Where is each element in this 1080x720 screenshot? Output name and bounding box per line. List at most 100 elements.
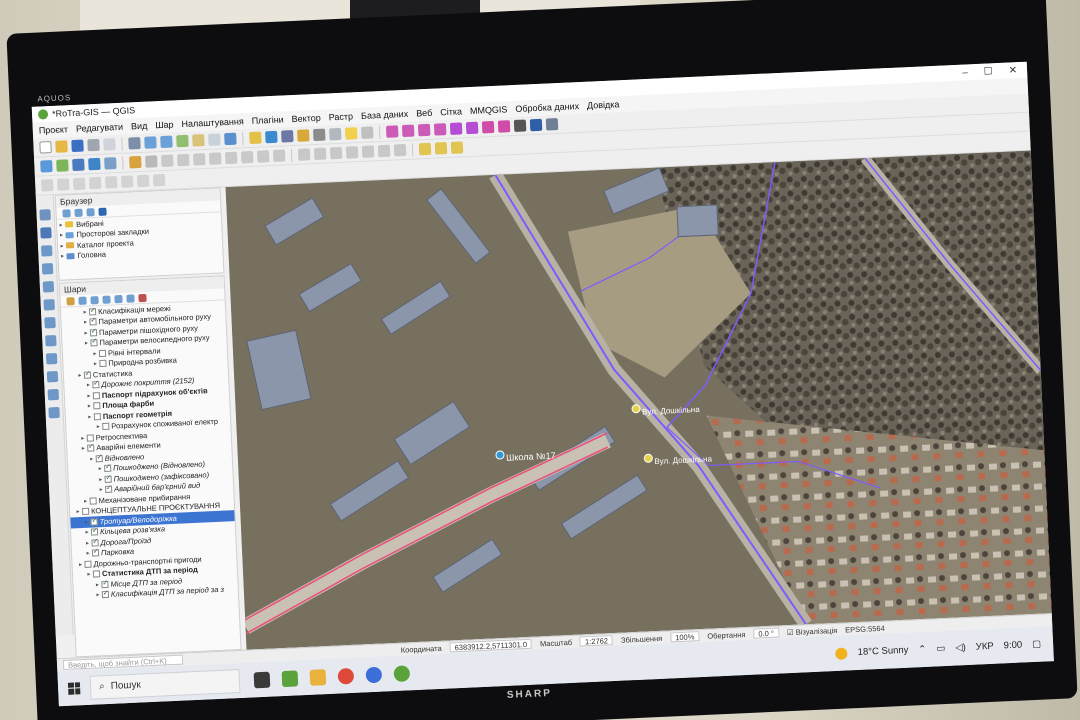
refresh-icon[interactable]: [224, 132, 237, 146]
layer-visibility-checkbox[interactable]: [95, 454, 103, 463]
manage-visibility-icon[interactable]: [90, 295, 99, 304]
print-layout-icon[interactable]: [103, 138, 116, 151]
vertex-tool-icon[interactable]: [161, 154, 174, 168]
undo-icon[interactable]: [256, 150, 270, 163]
field-calculator-icon[interactable]: [297, 129, 310, 142]
plugin-c-icon[interactable]: [417, 123, 431, 137]
attribute-table-icon[interactable]: [281, 130, 294, 143]
layer-visibility-checkbox[interactable]: [89, 318, 97, 326]
scale-field[interactable]: 1:2762: [579, 635, 614, 647]
layer-visibility-checkbox[interactable]: [88, 307, 97, 316]
minimize-button[interactable]: –: [962, 67, 968, 78]
snap-settings-icon[interactable]: [104, 176, 118, 189]
book-icon[interactable]: [529, 118, 543, 132]
paste-icon[interactable]: [240, 150, 254, 164]
toggle-edit-icon[interactable]: [129, 155, 142, 169]
digitize-icon[interactable]: [145, 155, 158, 168]
layer-visibility-checkbox[interactable]: [90, 339, 98, 347]
delete-feature-icon[interactable]: [193, 153, 206, 166]
zoom-out-icon[interactable]: [160, 135, 173, 149]
add-wcs-icon[interactable]: [45, 335, 57, 347]
zoom-icon[interactable]: [365, 666, 383, 683]
label-pin-icon[interactable]: [418, 142, 432, 156]
weather-text[interactable]: 18°C Sunny: [857, 645, 908, 658]
merge-icon[interactable]: [329, 146, 343, 160]
add-vector-icon[interactable]: [40, 160, 53, 173]
add-mssql-icon[interactable]: [42, 281, 55, 293]
taskbar-search[interactable]: ⌕ Пошук: [89, 668, 241, 700]
add-group-icon[interactable]: [78, 296, 87, 305]
identify-icon[interactable]: [265, 130, 278, 144]
crs-button[interactable]: EPSG:5564: [845, 623, 885, 634]
add-postgis-icon[interactable]: [88, 157, 101, 171]
layer-visibility-checkbox[interactable]: [92, 570, 101, 578]
label-move-icon[interactable]: [450, 141, 464, 154]
layer-visibility-checkbox[interactable]: [89, 328, 98, 337]
menu-mmqgis[interactable]: MMQGIS: [470, 104, 508, 116]
layer-visibility-checkbox[interactable]: [83, 371, 92, 379]
snap-intersection-icon[interactable]: [152, 173, 166, 187]
offset-icon[interactable]: [377, 144, 391, 158]
statistics-icon[interactable]: [313, 128, 326, 142]
layer-visibility-checkbox[interactable]: [101, 580, 109, 588]
bus-stop-marker-icon[interactable]: [631, 404, 641, 414]
remove-layer-icon[interactable]: [138, 293, 147, 302]
add-gpx-icon[interactable]: [48, 406, 60, 419]
menu-raster[interactable]: Растр: [328, 111, 353, 122]
info-icon[interactable]: [98, 207, 107, 216]
add-layer-icon[interactable]: [39, 209, 51, 221]
menu-mesh[interactable]: Сітка: [440, 106, 462, 117]
file-explorer-icon[interactable]: [309, 668, 327, 686]
redo-icon[interactable]: [272, 149, 286, 162]
label-show-icon[interactable]: [434, 142, 448, 155]
trace-icon[interactable]: [57, 178, 70, 191]
layer-visibility-checkbox[interactable]: [92, 391, 101, 400]
zoom-last-icon[interactable]: [208, 133, 221, 146]
snap-units-icon[interactable]: [136, 174, 150, 188]
cut-icon[interactable]: [208, 152, 222, 165]
reshape-icon[interactable]: [393, 143, 407, 157]
refresh-icon[interactable]: [62, 208, 71, 218]
network-icon[interactable]: ▭: [936, 643, 945, 654]
plugin-a-icon[interactable]: [385, 125, 399, 138]
add-virtual-icon[interactable]: [47, 388, 60, 401]
label-tool-icon[interactable]: [360, 126, 374, 139]
avoid-overlap-icon[interactable]: [88, 176, 102, 190]
plugin-d-icon[interactable]: [433, 123, 447, 136]
school-marker-icon[interactable]: [495, 450, 505, 460]
tray-chevron-icon[interactable]: ⌃: [918, 644, 926, 655]
clock[interactable]: 9:00: [1003, 640, 1022, 652]
layer-visibility-checkbox[interactable]: [81, 507, 90, 516]
menu-vector[interactable]: Вектор: [291, 113, 321, 124]
pan-icon[interactable]: [128, 136, 141, 150]
zoom-layer-icon[interactable]: [192, 134, 205, 147]
collapse-icon[interactable]: [86, 207, 95, 216]
qgis-second-icon[interactable]: [393, 664, 411, 682]
menu-web[interactable]: Веб: [416, 108, 432, 119]
style-icon[interactable]: [66, 296, 75, 305]
notifications-icon[interactable]: ▢: [1032, 639, 1041, 650]
rotate-icon[interactable]: [345, 146, 359, 159]
layer-visibility-checkbox[interactable]: [101, 591, 110, 599]
advanced-edit-icon[interactable]: [297, 148, 311, 161]
add-mesh-icon[interactable]: [46, 370, 59, 383]
plugin-e-icon[interactable]: [449, 122, 463, 135]
start-button[interactable]: [58, 681, 91, 695]
measure-icon[interactable]: [329, 127, 342, 141]
open-project-icon[interactable]: [55, 140, 68, 153]
plugin-b-icon[interactable]: [401, 124, 415, 138]
layer-visibility-checkbox[interactable]: [99, 360, 107, 368]
select-icon[interactable]: [249, 131, 262, 145]
qgis-taskbar-icon[interactable]: [281, 669, 299, 687]
rotation-field[interactable]: 0.0 °: [753, 627, 780, 639]
layer-visibility-checkbox[interactable]: [91, 549, 100, 557]
layer-visibility-checkbox[interactable]: [104, 464, 112, 473]
task-view-icon[interactable]: [253, 671, 271, 688]
new-project-icon[interactable]: [39, 141, 52, 154]
simplify-icon[interactable]: [361, 145, 375, 158]
add-csv-icon[interactable]: [72, 158, 85, 172]
layer-visibility-checkbox[interactable]: [93, 402, 101, 410]
hammer-icon[interactable]: [513, 119, 527, 133]
add-oracle-icon[interactable]: [43, 299, 55, 311]
copy-icon[interactable]: [224, 151, 238, 165]
